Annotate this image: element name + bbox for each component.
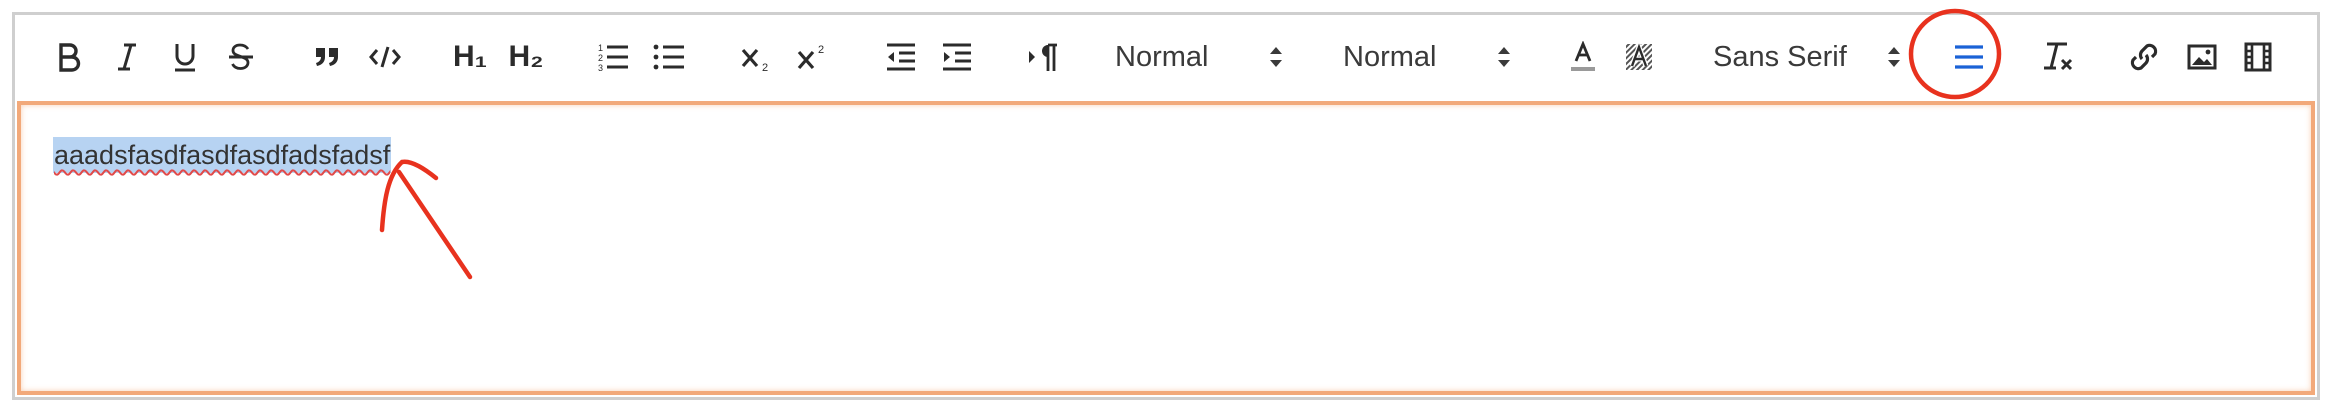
header-2-label: H₂ <box>508 40 544 73</box>
header-picker[interactable]: Normal <box>1343 35 1513 79</box>
align-button[interactable] <box>1947 35 1991 79</box>
subscript-icon: 2 <box>741 48 768 72</box>
rich-text-editor: H₁ H₂ 1 2 3 2 2 Normal Normal Sans Serif… <box>12 12 2320 400</box>
editor-content[interactable]: aaadsfasdfasdfasdfadsfadsf <box>17 101 2315 395</box>
size-picker[interactable]: Normal <box>1115 35 1285 79</box>
video-button[interactable] <box>2237 35 2279 79</box>
font-picker-label: Sans Serif <box>1713 40 1847 73</box>
link-icon <box>2130 43 2158 71</box>
svg-text:1: 1 <box>598 43 603 53</box>
bullet-list-button[interactable] <box>649 35 689 79</box>
image-icon <box>2187 44 2217 70</box>
font-picker[interactable]: Sans Serif <box>1713 35 1903 79</box>
indent-icon <box>943 43 971 71</box>
subscript-button[interactable]: 2 <box>737 35 777 79</box>
clean-format-button[interactable] <box>2037 35 2079 79</box>
video-icon <box>2244 42 2272 72</box>
strike-icon <box>229 43 253 70</box>
background-color-icon <box>1626 42 1652 70</box>
rtl-direction-icon <box>1029 43 1057 71</box>
chevron-updown-icon <box>1888 47 1900 67</box>
superscript-icon: 2 <box>797 44 824 70</box>
selected-text[interactable]: aaadsfasdfasdfasdfadsfadsf <box>53 137 392 173</box>
header-1-label: H₁ <box>452 40 488 73</box>
strike-button[interactable] <box>221 35 261 79</box>
svg-text:2: 2 <box>818 44 824 56</box>
chevron-updown-icon <box>1270 47 1282 67</box>
ordered-list-icon: 1 2 3 <box>598 43 628 72</box>
bold-icon <box>59 43 81 72</box>
code-block-button[interactable] <box>365 35 405 79</box>
svg-text:2: 2 <box>762 62 768 72</box>
superscript-button[interactable]: 2 <box>793 35 833 79</box>
text-color-button[interactable] <box>1563 35 1603 79</box>
header-picker-label: Normal <box>1343 40 1437 73</box>
chevron-updown-icon <box>1498 47 1510 67</box>
header-2-button[interactable]: H₂ <box>505 35 547 79</box>
direction-button[interactable] <box>1023 35 1063 79</box>
header-1-button[interactable]: H₁ <box>449 35 491 79</box>
blockquote-button[interactable] <box>307 35 347 79</box>
image-button[interactable] <box>2181 35 2223 79</box>
indent-button[interactable] <box>937 35 977 79</box>
italic-icon <box>118 43 136 71</box>
clean-format-icon <box>2044 42 2073 71</box>
svg-text:3: 3 <box>598 63 603 72</box>
bullet-list-icon <box>653 44 684 70</box>
background-color-button[interactable] <box>1619 35 1659 79</box>
align-icon <box>1955 45 1983 69</box>
code-block-icon <box>369 46 401 68</box>
svg-text:2: 2 <box>598 53 603 63</box>
size-picker-label: Normal <box>1115 40 1209 73</box>
text-color-icon <box>1571 41 1595 71</box>
toolbar: H₁ H₂ 1 2 3 2 2 Normal Normal Sans Serif <box>15 15 2317 99</box>
outdent-icon <box>887 43 915 71</box>
underline-icon <box>175 44 195 72</box>
blockquote-icon <box>316 48 338 66</box>
link-button[interactable] <box>2123 35 2165 79</box>
bold-button[interactable] <box>49 35 89 79</box>
underline-button[interactable] <box>165 35 205 79</box>
ordered-list-button[interactable]: 1 2 3 <box>593 35 633 79</box>
outdent-button[interactable] <box>881 35 921 79</box>
italic-button[interactable] <box>107 35 147 79</box>
